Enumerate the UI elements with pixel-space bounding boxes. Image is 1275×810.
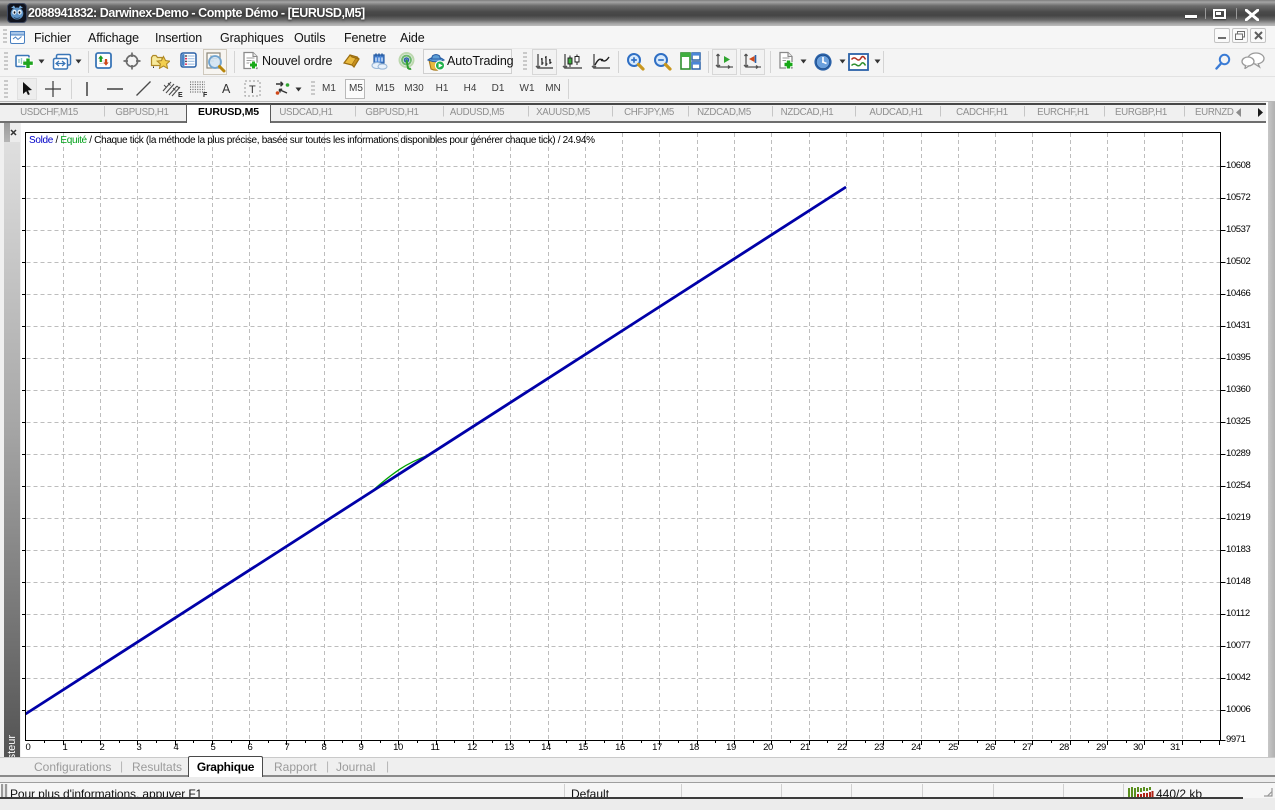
svg-text:T: T xyxy=(249,84,256,96)
svg-text:E: E xyxy=(178,92,183,98)
svg-text:F: F xyxy=(203,92,208,98)
